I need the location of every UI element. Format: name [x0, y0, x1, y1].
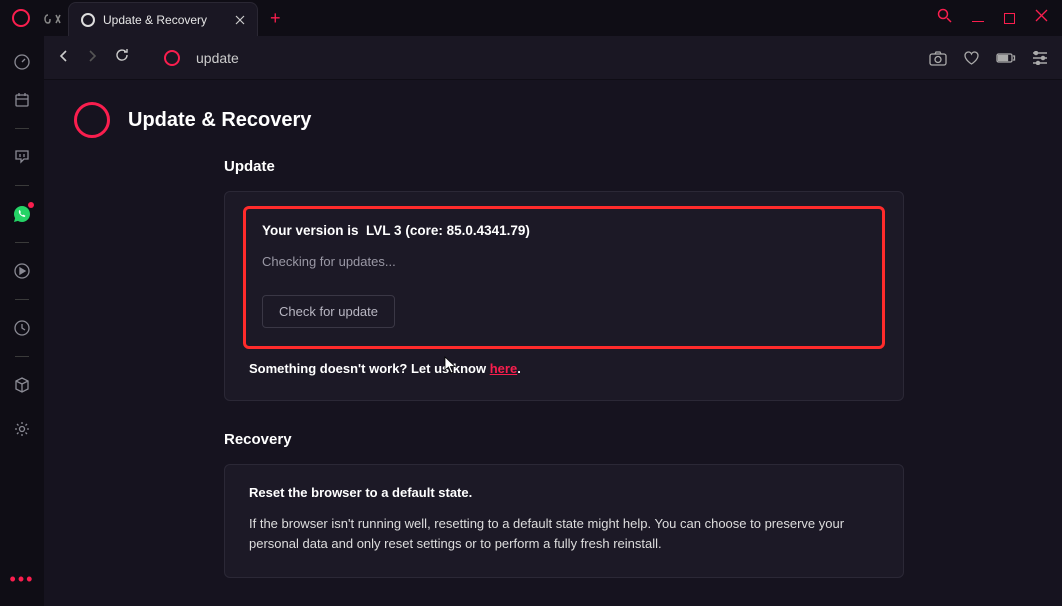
- tab-close-icon[interactable]: [235, 12, 245, 28]
- version-line: Your version is LVL 3 (core: 85.0.4341.7…: [262, 223, 866, 238]
- help-line: Something doesn't work? Let us know here…: [249, 361, 879, 376]
- calendar-icon[interactable]: [12, 90, 32, 110]
- tab-favicon-icon: [81, 13, 95, 27]
- window-maximize-icon[interactable]: [1004, 13, 1015, 24]
- back-button[interactable]: [58, 49, 70, 67]
- opera-logo-icon: [74, 102, 110, 138]
- whatsapp-icon[interactable]: [12, 204, 32, 224]
- sidebar-bottom: •••: [0, 569, 44, 590]
- toolbar-right: [929, 50, 1048, 66]
- separator: [15, 242, 29, 243]
- cube-icon[interactable]: [12, 375, 32, 395]
- recovery-card: Reset the browser to a default state. If…: [224, 464, 904, 578]
- new-tab-button[interactable]: +: [270, 8, 281, 29]
- heart-icon[interactable]: [963, 50, 980, 66]
- recovery-heading: Recovery: [224, 431, 1032, 448]
- window-close-icon[interactable]: [1035, 9, 1048, 27]
- tab-search-icon[interactable]: [937, 8, 952, 28]
- opera-logo-icon[interactable]: [12, 9, 30, 27]
- easy-setup-icon[interactable]: [1032, 51, 1048, 65]
- forward-button[interactable]: [86, 49, 98, 67]
- recovery-section: Recovery Reset the browser to a default …: [44, 401, 1062, 578]
- settings-icon[interactable]: [12, 419, 32, 439]
- page-header: Update & Recovery: [44, 80, 1062, 148]
- separator: [15, 299, 29, 300]
- help-prefix: Something doesn't work? Let us know: [249, 361, 490, 376]
- address-text[interactable]: update: [196, 50, 239, 66]
- content-column: update Update & Recovery: [44, 36, 1062, 606]
- separator: [15, 128, 29, 129]
- update-heading: Update: [224, 158, 1032, 175]
- recovery-reset-desc: If the browser isn't running well, reset…: [249, 514, 879, 553]
- tab-title: Update & Recovery: [103, 13, 227, 27]
- update-section: Update Your version is LVL 3 (core: 85.0…: [44, 148, 1062, 401]
- separator: [15, 185, 29, 186]
- battery-icon[interactable]: [996, 52, 1016, 64]
- gx-corner-icon[interactable]: [44, 12, 60, 24]
- update-status: Checking for updates...: [262, 254, 866, 269]
- highlight-box: Your version is LVL 3 (core: 85.0.4341.7…: [243, 206, 885, 349]
- window-controls: [937, 0, 1062, 36]
- sidebar: •••: [0, 36, 44, 606]
- help-link[interactable]: here: [490, 361, 517, 376]
- separator: [15, 356, 29, 357]
- page-title: Update & Recovery: [128, 109, 311, 132]
- more-icon[interactable]: •••: [10, 569, 35, 590]
- snapshot-icon[interactable]: [929, 50, 947, 66]
- player-icon[interactable]: [12, 261, 32, 281]
- window-minimize-icon[interactable]: [972, 20, 984, 22]
- update-card: Your version is LVL 3 (core: 85.0.4341.7…: [224, 191, 904, 401]
- toolbar: update: [44, 36, 1062, 80]
- browser-tab[interactable]: Update & Recovery: [68, 2, 258, 36]
- check-update-button[interactable]: Check for update: [262, 295, 395, 328]
- page-body: Update & Recovery Update Your version is…: [44, 80, 1062, 606]
- recovery-reset-title: Reset the browser to a default state.: [249, 485, 879, 500]
- reload-button[interactable]: [114, 47, 130, 68]
- version-prefix: Your version is: [262, 223, 359, 238]
- titlebar: Update & Recovery +: [0, 0, 1062, 36]
- version-core: (core: 85.0.4341.79): [405, 223, 530, 238]
- speed-dial-icon[interactable]: [12, 52, 32, 72]
- titlebar-left: [0, 0, 60, 36]
- twitch-icon[interactable]: [12, 147, 32, 167]
- address-favicon-icon: [164, 50, 180, 66]
- history-icon[interactable]: [12, 318, 32, 338]
- version-level: LVL 3: [366, 223, 402, 238]
- main-row: ••• update: [0, 36, 1062, 606]
